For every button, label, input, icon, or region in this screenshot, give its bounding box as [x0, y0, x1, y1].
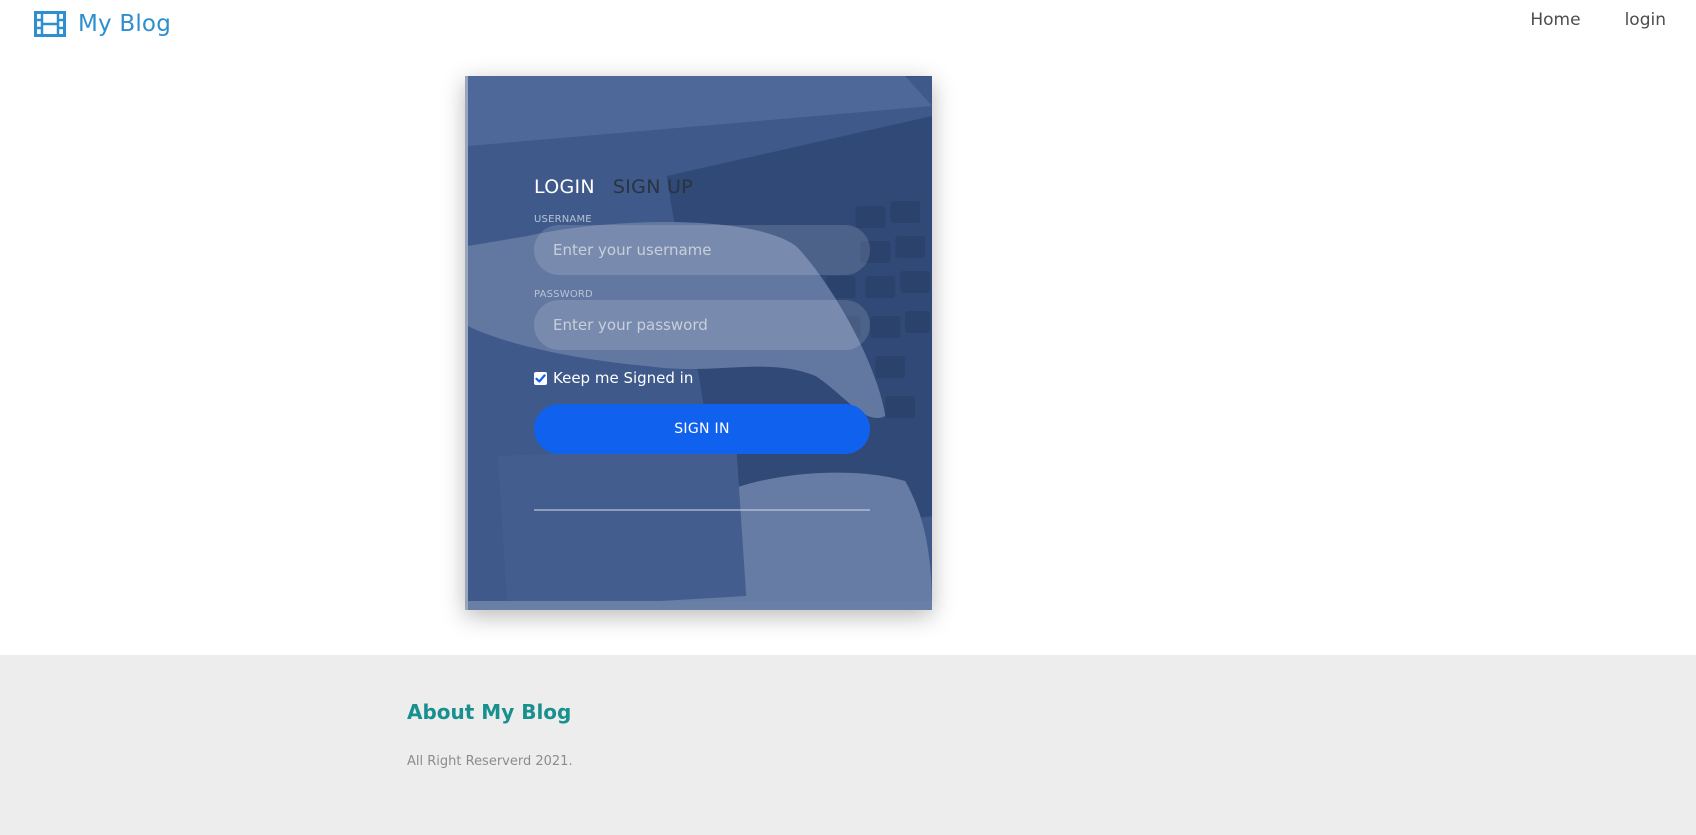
- film-icon: [34, 11, 66, 37]
- username-input[interactable]: [534, 225, 870, 275]
- brand-link[interactable]: My Blog: [34, 7, 171, 41]
- keep-signed-in-row: Keep me Signed in: [534, 368, 870, 388]
- keep-signed-in-label[interactable]: Keep me Signed in: [553, 369, 693, 387]
- password-input[interactable]: [534, 300, 870, 350]
- tab-sign-up[interactable]: SIGN UP: [613, 176, 693, 200]
- footer-copyright: All Right Reserverd 2021.: [407, 754, 573, 769]
- username-label: USERNAME: [534, 214, 592, 225]
- login-tabs: LOGIN SIGN UP: [534, 164, 870, 200]
- nav-links: Home login: [1530, 10, 1666, 30]
- navbar: My Blog Home login: [0, 0, 1696, 48]
- card-bottom-strip: [468, 601, 932, 610]
- footer: About My Blog All Right Reserverd 2021.: [0, 655, 1696, 835]
- checkmark-icon: [535, 373, 546, 383]
- nav-home-link[interactable]: Home: [1530, 10, 1580, 30]
- tab-login[interactable]: LOGIN: [534, 176, 595, 200]
- sign-in-button[interactable]: SIGN IN: [534, 404, 870, 454]
- form-divider: [534, 509, 870, 511]
- keep-signed-in-checkbox[interactable]: [534, 371, 547, 385]
- brand-title: My Blog: [78, 11, 172, 37]
- nav-login-link[interactable]: login: [1625, 10, 1666, 30]
- footer-title: About My Blog: [407, 700, 572, 724]
- login-form: LOGIN SIGN UP USERNAME PASSWORD Keep me …: [534, 164, 870, 511]
- login-card: LOGIN SIGN UP USERNAME PASSWORD Keep me …: [465, 76, 932, 610]
- password-label: PASSWORD: [534, 289, 593, 300]
